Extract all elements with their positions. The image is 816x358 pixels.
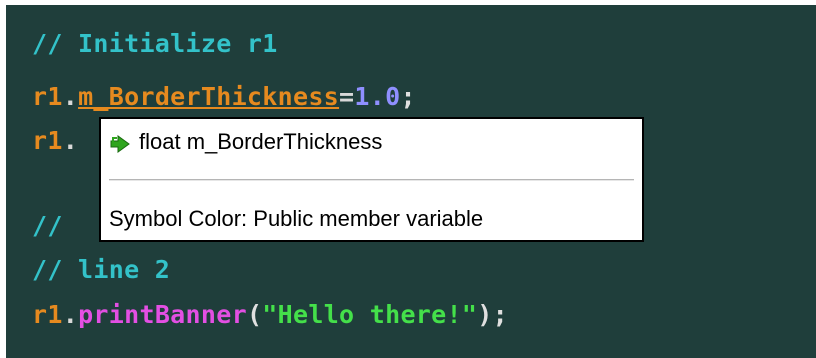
dot-operator: . bbox=[62, 126, 79, 155]
member-variable-icon bbox=[109, 131, 131, 153]
code-line-1: // Initialize r1 bbox=[32, 24, 278, 64]
comment-text: // line 2 bbox=[32, 255, 171, 284]
code-line-6: r1.printBanner("Hello there!"); bbox=[32, 295, 508, 335]
number-literal: 1.0 bbox=[354, 82, 401, 111]
semicolon: ; bbox=[400, 82, 416, 111]
code-line-4: // bbox=[32, 206, 63, 246]
tooltip-signature: float m_BorderThickness bbox=[139, 129, 383, 154]
code-line-3: r1. bbox=[32, 121, 78, 161]
symbol-tooltip: float m_BorderThickness Symbol Color: Pu… bbox=[99, 117, 644, 242]
code-line-2: r1.m_BorderThickness=1.0; bbox=[32, 77, 416, 117]
code-editor[interactable]: // Initialize r1 r1.m_BorderThickness=1.… bbox=[6, 5, 816, 358]
comment-text: // bbox=[32, 211, 63, 240]
string-literal: "Hello there!" bbox=[262, 300, 478, 329]
comment-text: // Initialize r1 bbox=[32, 29, 278, 58]
tooltip-signature-row: float m_BorderThickness bbox=[109, 125, 382, 159]
dot-operator: . bbox=[62, 300, 79, 329]
close-paren: ) bbox=[477, 300, 493, 329]
code-line-5: // line 2 bbox=[32, 250, 170, 290]
open-paren: ( bbox=[246, 300, 263, 329]
method-identifier: printBanner bbox=[78, 300, 247, 329]
assign-operator: = bbox=[339, 82, 355, 111]
dot-operator: . bbox=[62, 82, 79, 111]
object-identifier: r1 bbox=[32, 300, 63, 329]
tooltip-description: Symbol Color: Public member variable bbox=[109, 206, 484, 231]
object-identifier: r1 bbox=[32, 126, 63, 155]
semicolon: ; bbox=[492, 300, 508, 329]
object-identifier: r1 bbox=[32, 82, 63, 111]
tooltip-divider bbox=[109, 179, 634, 181]
member-identifier[interactable]: m_BorderThickness bbox=[78, 82, 339, 111]
